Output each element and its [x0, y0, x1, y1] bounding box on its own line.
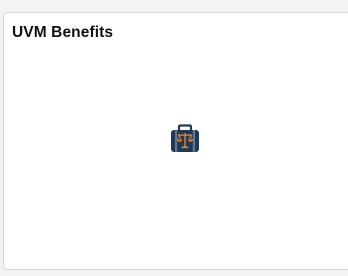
briefcase-scales-icon: [167, 121, 203, 157]
uvm-benefits-tile[interactable]: UVM Benefits: [3, 12, 348, 270]
tile-title: UVM Benefits: [12, 24, 114, 41]
